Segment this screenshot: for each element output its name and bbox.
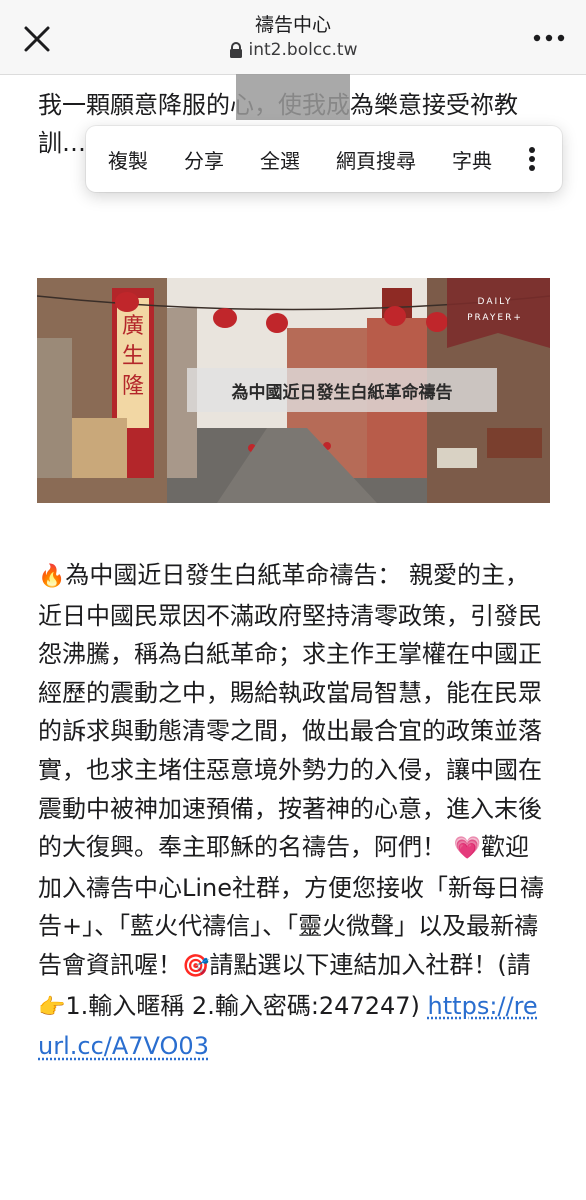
svg-text:廣: 廣 <box>122 314 144 339</box>
prayer-paragraph: 親愛的主，近日中國民眾因不滿政府堅持清零政策，引發民怨沸騰，稱為白紙革命；求主作… <box>38 561 542 862</box>
join-instructions: 請點選以下連結加入社群！(請 <box>209 950 531 979</box>
browser-top-bar: 禱告中心 int2.bolcc.tw <box>0 0 586 75</box>
svg-text:隆: 隆 <box>122 374 144 399</box>
menu-more-icon[interactable] <box>528 146 536 172</box>
fire-emoji: 🔥 <box>38 564 66 589</box>
menu-item-web-search[interactable]: 網頁搜尋 <box>314 145 416 174</box>
menu-item-dictionary[interactable]: 字典 <box>430 145 492 174</box>
tag-line-1: DAILY <box>477 297 513 307</box>
password-instructions: 1.輸入暱稱 2.輸入密碼:247247) <box>65 991 420 1020</box>
svg-text:生: 生 <box>122 344 144 369</box>
tag-line-2: PRAYER+ <box>467 313 523 323</box>
banner-caption: 為中國近日發生白紙革命禱告 <box>187 368 497 412</box>
text-context-menu: 複製 分享 全選 網頁搜尋 字典 <box>86 126 562 192</box>
daily-prayer-tag: DAILY PRAYER+ <box>450 294 540 326</box>
article-body: 🔥為中國近日發生白紙革命禱告： 親愛的主，近日中國民眾因不滿政府堅持清零政策，引… <box>38 556 548 1066</box>
pointing-hand-emoji: 👉 <box>38 994 66 1020</box>
heart-emoji: 💗 <box>453 836 482 862</box>
url-text: int2.bolcc.tw <box>248 40 358 60</box>
target-emoji: 🎯 <box>182 953 210 979</box>
article-banner-image: 廣 生 隆 DAILY PRAYER+ 為中國近日發生白紙革命禱告 <box>37 278 550 503</box>
text-selection-highlight[interactable] <box>236 74 350 120</box>
menu-item-select-all[interactable]: 全選 <box>238 145 300 174</box>
menu-item-copy[interactable]: 複製 <box>86 145 148 174</box>
article-heading: 為中國近日發生白紙革命禱告： <box>65 561 402 589</box>
more-options-icon[interactable] <box>532 28 566 48</box>
url-display[interactable]: int2.bolcc.tw <box>229 38 358 62</box>
page-title: 禱告中心 <box>254 14 331 36</box>
title-area: 禱告中心 int2.bolcc.tw <box>0 12 586 63</box>
lock-icon <box>229 41 243 59</box>
menu-item-share[interactable]: 分享 <box>162 145 224 174</box>
